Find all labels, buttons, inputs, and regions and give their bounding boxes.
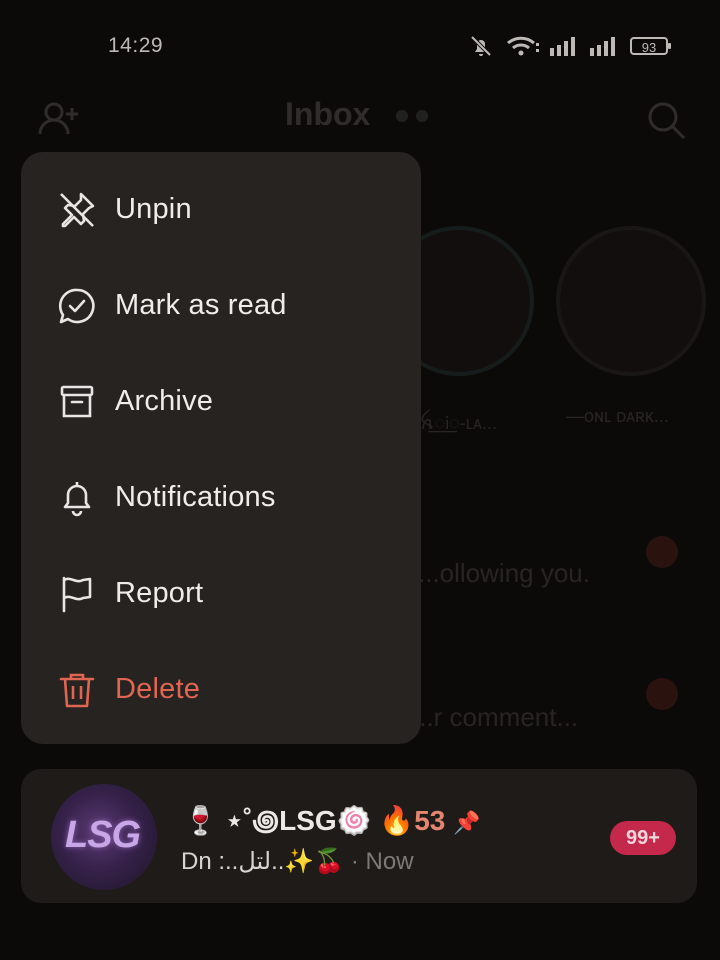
streak: 🔥53 (379, 805, 445, 836)
menu-item-label: Notifications (115, 481, 276, 513)
signal-icon (550, 36, 580, 56)
menu-item-report[interactable]: Report (21, 544, 421, 640)
menu-item-archive[interactable]: Archive (21, 352, 421, 448)
pinned-chat-row[interactable]: LSG 🍷 ⋆˚꩜LSG🍥 🔥53 📌 Dn :..لتل..✨🍒 · Now … (21, 769, 697, 903)
menu-item-delete[interactable]: Delete (21, 640, 421, 736)
menu-item-label: Report (115, 577, 204, 609)
mark-read-icon (57, 286, 97, 326)
add-friend-icon (36, 98, 80, 143)
menu-item-label: Archive (115, 385, 214, 417)
activity-line: ...ollowing you. (418, 558, 590, 588)
menu-item-label: Delete (115, 673, 201, 705)
notification-badge (646, 536, 678, 568)
menu-item-unpin[interactable]: Unpin (21, 160, 421, 256)
trash-icon (57, 670, 97, 710)
bell-icon (57, 478, 97, 518)
status-bar: 14:29 93 (0, 0, 720, 94)
status-time: 14:29 (108, 34, 164, 57)
avatar-logo-text: LSG (65, 814, 141, 856)
unread-count-badge: 99+ (610, 821, 676, 855)
mute-bell-icon (466, 34, 496, 58)
chat-preview: Dn :..لتل..✨🍒 · Now (181, 847, 414, 876)
chat-name-text: 🍷 ⋆˚꩜LSG (183, 805, 337, 836)
fire-icon: 🔥 (379, 805, 415, 836)
chat-name-suffix: 🍥 (336, 805, 372, 836)
chat-name: 🍷 ⋆˚꩜LSG🍥 🔥53 📌 (183, 799, 481, 840)
wifi-icon (506, 35, 540, 57)
menu-item-label: Mark as read (115, 289, 287, 321)
status-dot (416, 110, 428, 122)
pin-icon: 📌 (453, 810, 481, 835)
story-name: ꫝ꯭Ꭵ꯭-ʟᴀ... (420, 413, 497, 433)
notification-badge (646, 678, 678, 710)
unpin-icon (57, 190, 97, 230)
preview-separator: · (344, 848, 366, 875)
avatar: LSG (51, 784, 157, 890)
inbox-title: Inbox (285, 96, 371, 132)
flag-icon (57, 574, 97, 614)
status-icons: 93 (466, 34, 671, 58)
status-dot (396, 110, 408, 122)
streak-count: 53 (414, 805, 446, 836)
archive-icon (57, 382, 97, 422)
search-icon (644, 98, 688, 147)
battery-icon: 93 (630, 37, 671, 55)
timestamp: Now (365, 848, 414, 875)
last-message: Dn :..لتل..✨🍒 (181, 848, 345, 875)
menu-item-notifications[interactable]: Notifications (21, 448, 421, 544)
story-name: —ᴏɴʟ ᴅᴀʀᴋ... (566, 406, 669, 426)
menu-item-mark-as-read[interactable]: Mark as read (21, 256, 421, 352)
story-avatar (556, 226, 706, 376)
activity-line: ...r comment... (412, 702, 579, 732)
menu-item-label: Unpin (115, 193, 192, 225)
signal-icon (590, 36, 620, 56)
chat-context-menu: Unpin Mark as read Archive Notifications… (21, 152, 421, 744)
